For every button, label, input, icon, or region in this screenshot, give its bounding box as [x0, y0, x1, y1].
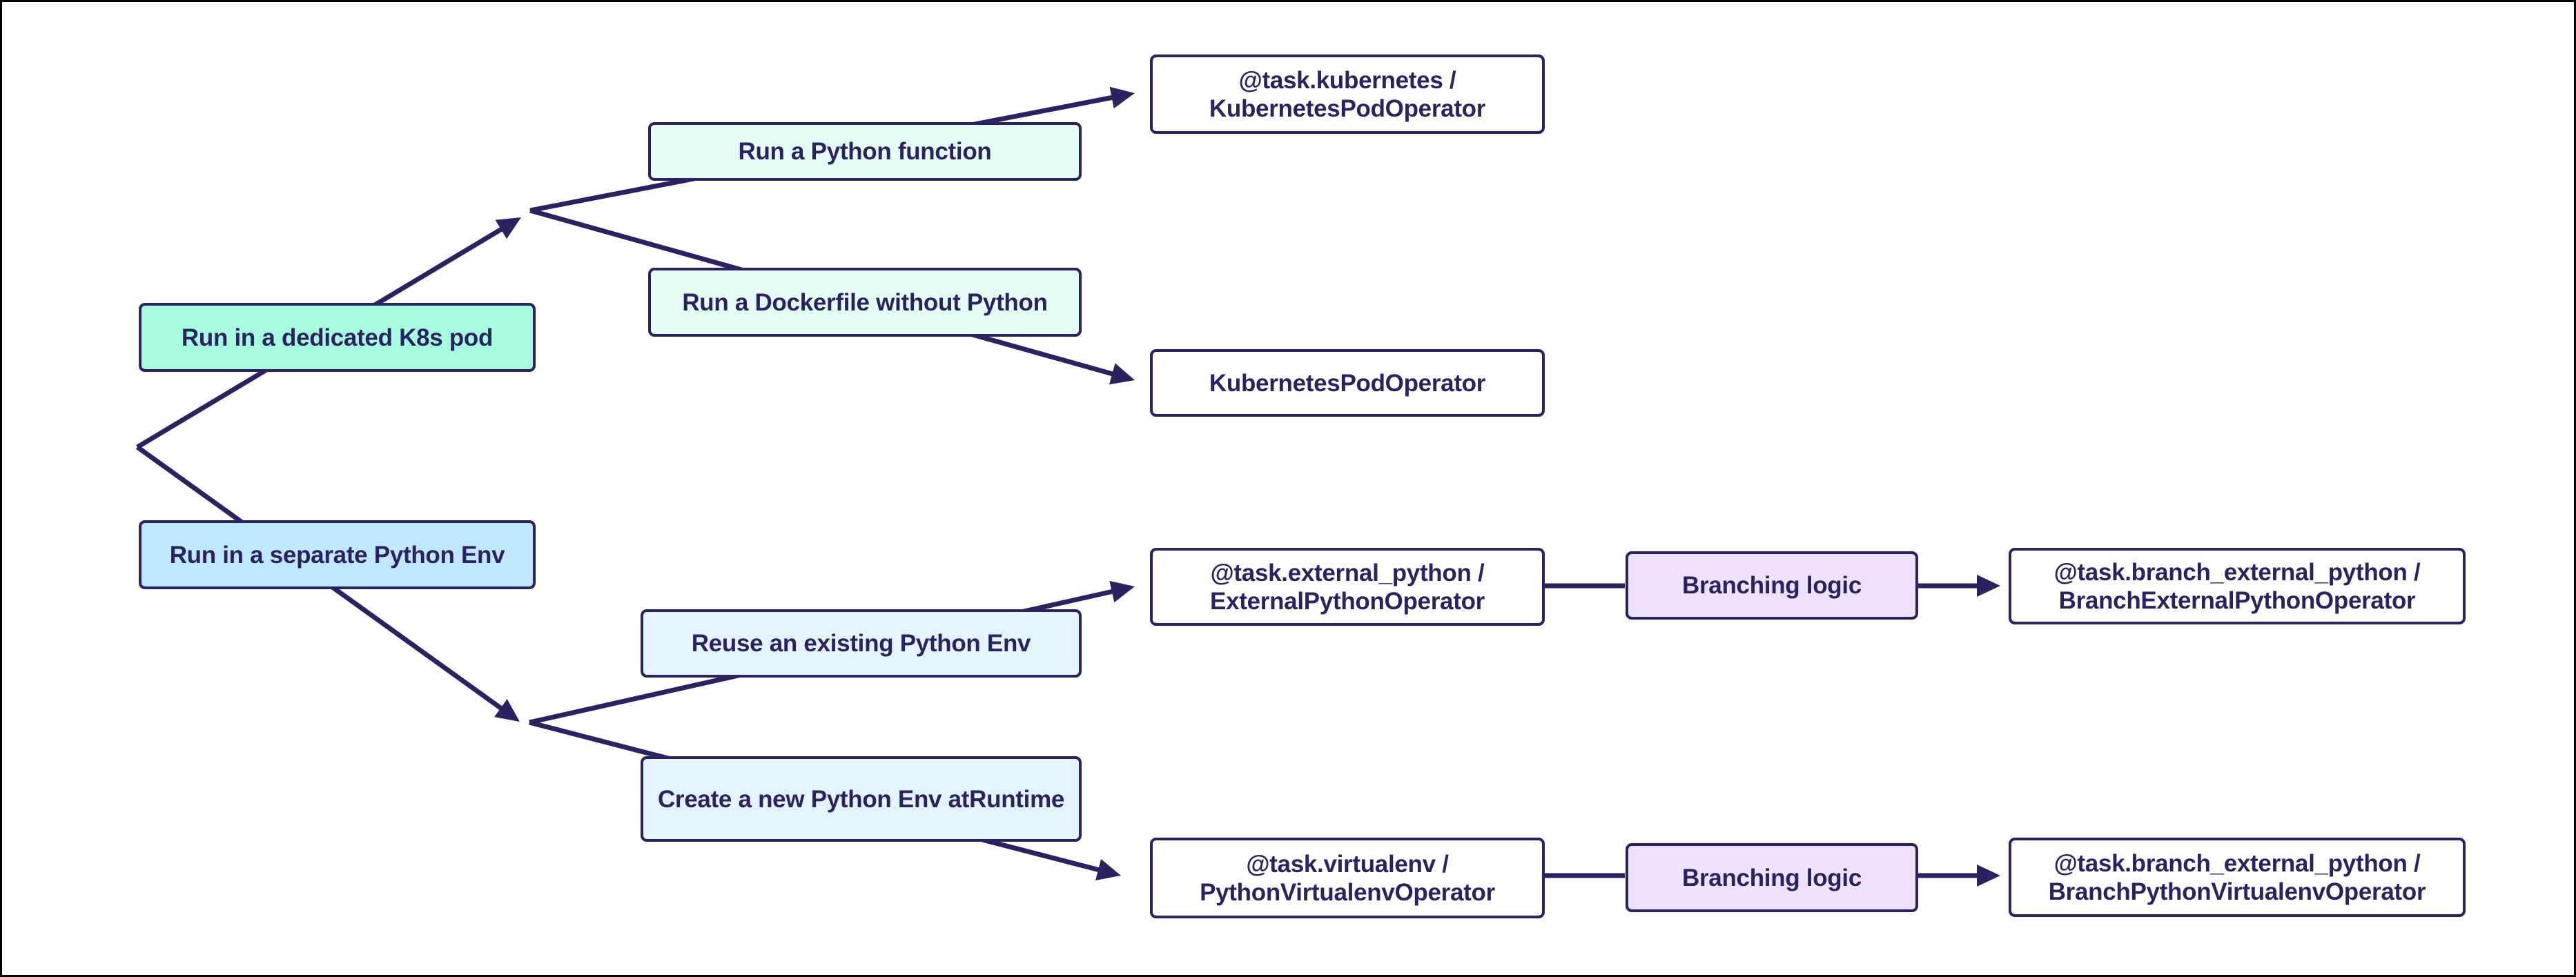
- node-branching-logic-1: Branching logic: [1626, 551, 1918, 620]
- node-task-kubernetes: @task.kubernetes / KubernetesPodOperator: [1150, 55, 1545, 134]
- node-task-kubernetes-line-2: KubernetesPodOperator: [1209, 95, 1486, 122]
- node-branch-python-virtualenv-line-1: @task.branch_external_python /: [2053, 849, 2421, 877]
- node-kubernetes-pod-operator: KubernetesPodOperator: [1150, 349, 1545, 417]
- node-branching-logic-1-label: Branching logic: [1682, 572, 1862, 599]
- node-kubernetes-pod-operator-label: KubernetesPodOperator: [1209, 369, 1486, 397]
- edges-layer: [135, 86, 2000, 887]
- node-create-env: Create a new Python Env at Runtime: [641, 756, 1082, 842]
- edge-branching-2-to-branch-virtualenv-arrowhead-icon: [1977, 865, 2000, 887]
- edge-python-function-to-task-kubernetes-arrowhead-icon: [1109, 86, 1135, 109]
- node-branch-external-python: @task.branch_external_python / BranchExt…: [2009, 548, 2466, 624]
- node-dockerfile-label: Run a Dockerfile without Python: [682, 288, 1048, 316]
- node-branching-logic-2-label: Branching logic: [1682, 864, 1862, 891]
- node-task-external-python-line-1: @task.external_python /: [1210, 559, 1485, 586]
- edge-reuse-env-to-external-python-arrowhead-icon: [1109, 580, 1135, 603]
- node-python-env-label: Run in a separate Python Env: [169, 541, 505, 569]
- node-python-function: Run a Python function: [648, 122, 1082, 181]
- edge-create-env-to-virtualenv-arrowhead-icon: [1095, 858, 1121, 880]
- node-reuse-env-label: Reuse an existing Python Env: [691, 630, 1031, 657]
- node-task-external-python-line-2: ExternalPythonOperator: [1210, 587, 1485, 615]
- edge-root-to-pyenv-fork-arrowhead-icon: [494, 699, 520, 722]
- node-task-virtualenv: @task.virtualenv / PythonVirtualenvOpera…: [1150, 838, 1545, 918]
- node-python-function-label: Run a Python function: [738, 138, 992, 165]
- node-branch-external-python-line-1: @task.branch_external_python /: [2053, 558, 2421, 586]
- node-task-virtualenv-line-2: PythonVirtualenvOperator: [1200, 878, 1495, 906]
- node-k8s-pod: Run in a dedicated K8s pod: [139, 303, 536, 372]
- node-python-env: Run in a separate Python Env: [139, 520, 536, 589]
- node-create-env-line-1: Create a new Python Env at: [657, 785, 970, 813]
- node-create-env-line-2: Runtime: [969, 785, 1065, 813]
- edge-dockerfile-to-kpo-arrowhead-icon: [1109, 363, 1135, 385]
- node-task-virtualenv-line-1: @task.virtualenv /: [1246, 850, 1449, 878]
- edge-branching-1-to-branch-external-arrowhead-icon: [1977, 575, 2000, 597]
- node-branch-external-python-line-2: BranchExternalPythonOperator: [2058, 586, 2416, 614]
- node-task-external-python: @task.external_python / ExternalPythonOp…: [1150, 548, 1545, 626]
- decision-tree-diagram: Run in a dedicated K8s pod Run in a sepa…: [0, 0, 2576, 977]
- node-branching-logic-2: Branching logic: [1626, 843, 1918, 912]
- node-branch-python-virtualenv-line-2: BranchPythonVirtualenvOperator: [2048, 878, 2426, 905]
- node-task-kubernetes-line-1: @task.kubernetes /: [1238, 66, 1456, 94]
- node-reuse-env: Reuse an existing Python Env: [641, 609, 1082, 678]
- node-k8s-pod-label: Run in a dedicated K8s pod: [181, 324, 494, 351]
- node-branch-python-virtualenv: @task.branch_external_python / BranchPyt…: [2009, 838, 2466, 917]
- node-dockerfile: Run a Dockerfile without Python: [648, 268, 1082, 337]
